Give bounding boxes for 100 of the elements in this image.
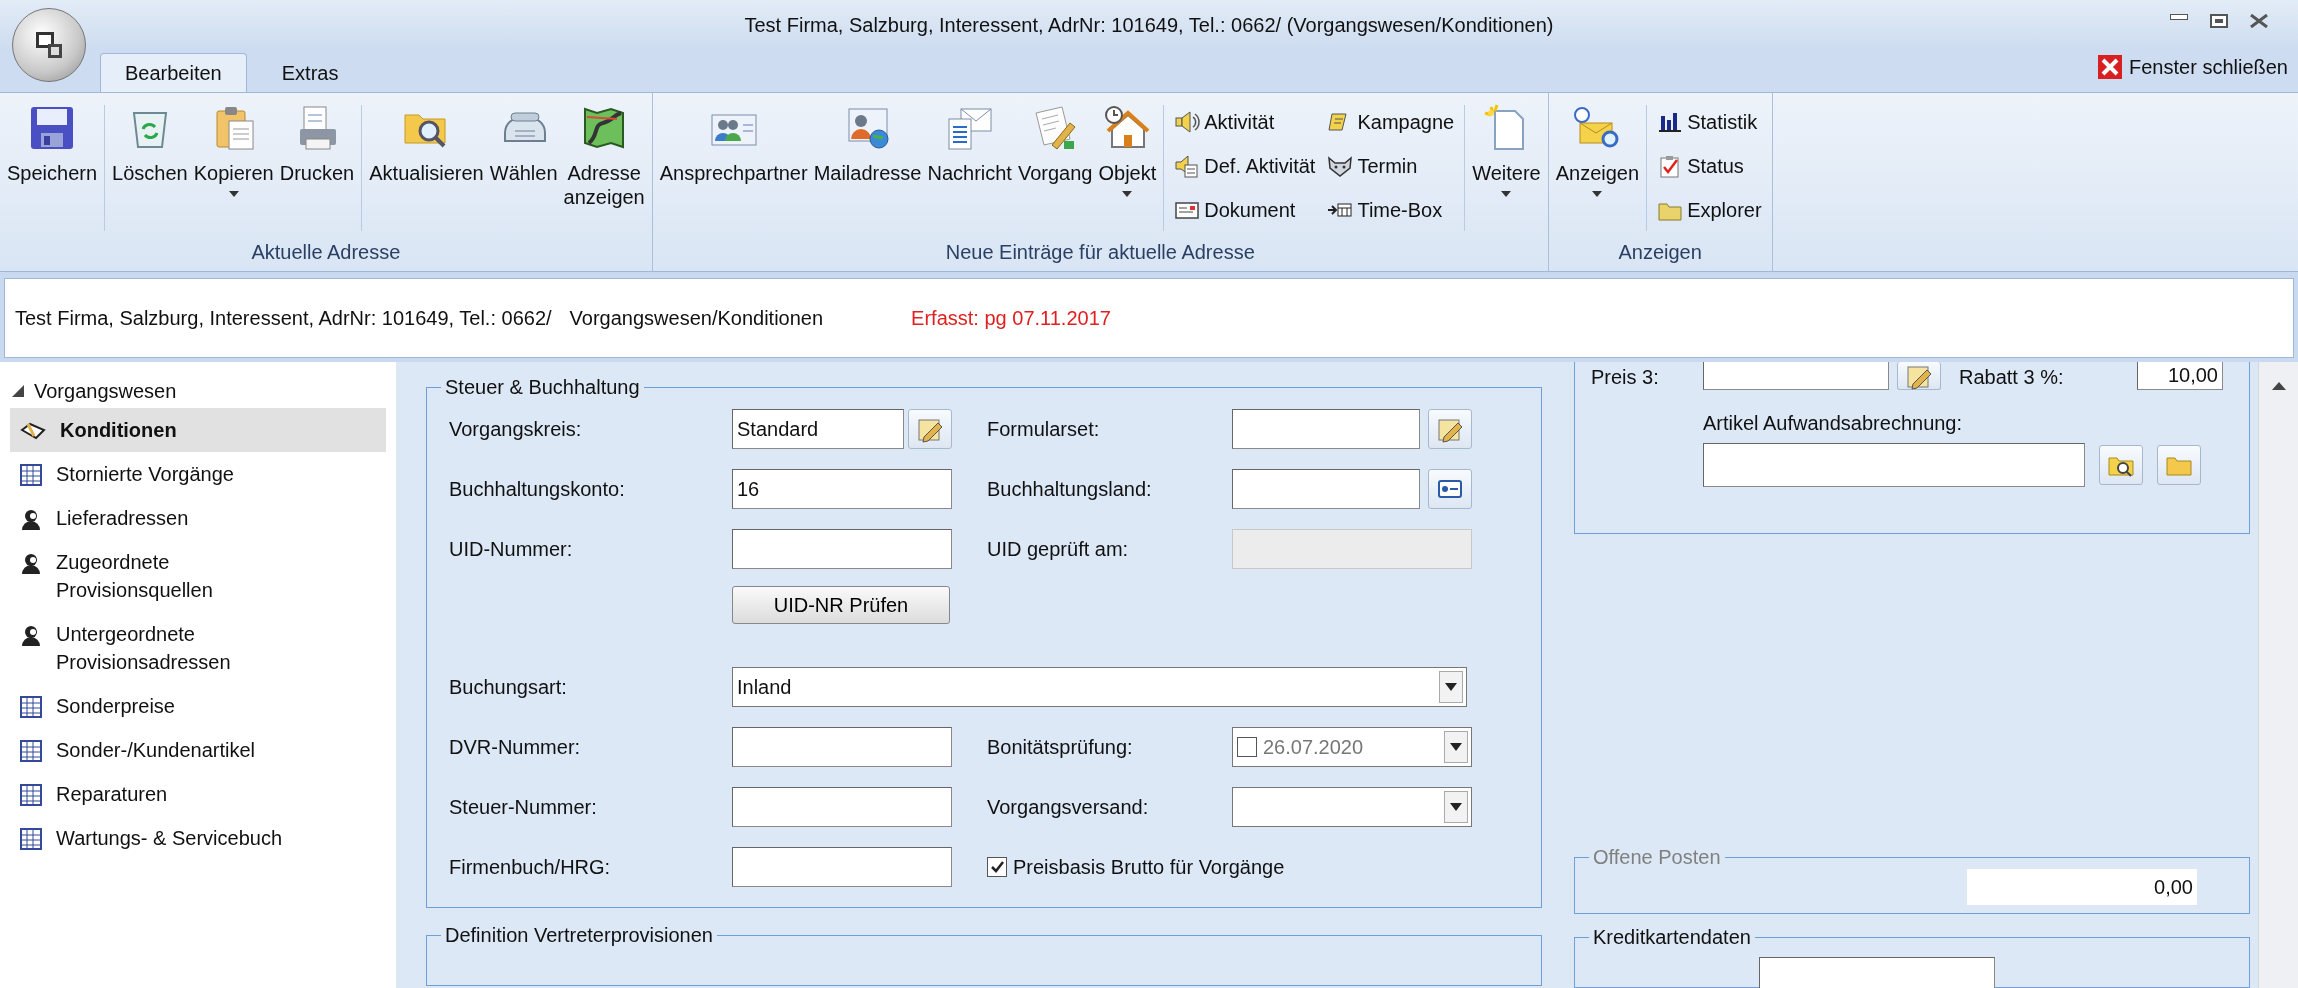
text-field[interactable]: 16 — [732, 469, 952, 509]
checkbox-label: Preisbasis Brutto für Vorgänge — [1013, 855, 1285, 879]
text-field[interactable] — [1703, 443, 2085, 487]
close-icon — [2250, 14, 2268, 28]
group-title: Definition Vertreterprovisionen — [444, 924, 714, 947]
table-icon — [20, 464, 42, 486]
ribbon-button[interactable]: Aktivität — [1174, 103, 1316, 141]
ribbon-button[interactable]: Nachricht — [924, 93, 1015, 241]
edit-button[interactable] — [908, 409, 952, 449]
group-label: Aktuelle Adresse — [250, 241, 402, 265]
ribbon-button[interactable]: Adresse anzeigen — [560, 93, 648, 241]
ribbon-button[interactable]: Wählen — [486, 93, 561, 241]
edit-button[interactable] — [1428, 409, 1472, 449]
bar-chart-icon — [1657, 110, 1684, 134]
check-icon — [990, 860, 1004, 874]
field-label: Buchungsart: — [449, 675, 568, 699]
ribbon-button[interactable]: Status — [1657, 147, 1762, 185]
speaker-document-icon — [1174, 154, 1201, 178]
person-icon — [20, 508, 42, 530]
tree-item[interactable]: Vorgangswesen — [34, 379, 177, 403]
dropdown-arrow-icon — [1450, 743, 1462, 751]
group-label: Neue Einträge für aktuelle Adresse — [944, 241, 1256, 265]
sidebar-item[interactable]: Untergeordnete Provisionsadressen — [10, 612, 386, 684]
group-title: Offene Posten — [1592, 846, 1722, 870]
sidebar-item[interactable]: Zugeordnete Provisionsquellen — [10, 540, 386, 612]
cat-face-icon — [1327, 154, 1354, 178]
person-icon — [20, 624, 42, 646]
field-label: Vorgangsversand: — [987, 795, 1150, 819]
sidebar-item[interactable]: Reparaturen — [10, 772, 386, 816]
scroll-up-icon — [2271, 382, 2286, 390]
field-label: UID geprüft am: — [987, 537, 1130, 561]
field-label: Buchhaltungsland: — [987, 477, 1153, 501]
id-card-icon — [1437, 478, 1463, 500]
person-icon — [20, 552, 42, 574]
field-label: Vorgangskreis: — [449, 417, 583, 441]
group-title: Steuer & Buchhaltung — [444, 376, 641, 399]
ribbon-button[interactable]: Anzeigen — [1552, 93, 1643, 241]
ribbon-button[interactable]: Kopieren — [190, 93, 277, 241]
created-text: Erfasst: pg 07.11.2017 — [911, 306, 1111, 330]
field-label: Buchhaltungskonto: — [449, 477, 626, 501]
field-label: Bonitätsprüfung: — [987, 735, 1134, 759]
dropdown-field[interactable]: 26.07.2020 — [1232, 727, 1472, 767]
text-field[interactable] — [1232, 469, 1420, 509]
ribbon-button[interactable]: Objekt — [1095, 93, 1160, 241]
sidebar-item[interactable]: Stornierte Vorgänge — [10, 452, 386, 496]
ribbon-button[interactable]: Aktualisieren — [366, 93, 487, 241]
field-label: DVR-Nummer: — [449, 735, 582, 759]
sidebar-item[interactable]: Lieferadressen — [10, 496, 386, 540]
sidebar-item[interactable]: Konditionen — [10, 408, 386, 452]
dropdown-field[interactable] — [1232, 787, 1472, 827]
text-field[interactable] — [1232, 409, 1420, 449]
edit-button[interactable] — [1897, 362, 1941, 390]
speaker-icon — [1174, 110, 1201, 134]
text-field[interactable] — [732, 727, 952, 767]
table-icon — [20, 828, 42, 850]
text-field[interactable] — [732, 847, 952, 887]
ribbon-button[interactable]: Explorer — [1657, 191, 1762, 229]
dropdown-field[interactable]: Inland — [732, 667, 1467, 707]
group-label: Anzeigen — [1617, 241, 1703, 265]
ribbon-button[interactable]: Weitere — [1469, 93, 1544, 241]
check-button[interactable]: UID-NR Prüfen — [732, 586, 950, 624]
address-text: Test Firma, Salzburg, Interessent, AdrNr: 101649, Tel.: 0662/ — [15, 306, 552, 330]
text-field[interactable]: Standard — [732, 409, 904, 449]
table-icon — [20, 696, 42, 718]
group-title: Kreditkartendaten — [1592, 926, 1752, 949]
text-field[interactable] — [732, 529, 952, 569]
checkbox[interactable] — [987, 857, 1007, 877]
close-window-button[interactable]: Fenster schließen — [2097, 54, 2288, 80]
ribbon-button[interactable]: Statistik — [1657, 103, 1762, 141]
ribbon-button[interactable]: Ansprechpartner — [656, 93, 811, 241]
field-label: Formularset: — [987, 417, 1101, 441]
ribbon-button[interactable]: Time-Box — [1327, 191, 1455, 229]
sidebar-item[interactable]: Sonder-/Kundenartikel — [10, 728, 386, 772]
text-field[interactable]: 10,00 — [2137, 362, 2223, 390]
text-field[interactable] — [732, 787, 952, 827]
scrollbar[interactable] — [2258, 362, 2298, 988]
ribbon-button[interactable]: Def. Aktivität — [1174, 147, 1316, 185]
text-field[interactable] — [1759, 957, 1995, 988]
ribbon-button[interactable]: Mailadresse — [810, 93, 925, 241]
search-button[interactable] — [2099, 445, 2143, 485]
ribbon-button[interactable]: Vorgang — [1014, 93, 1096, 241]
checkbox[interactable] — [1237, 737, 1257, 757]
ribbon-tab[interactable]: Extras — [256, 53, 364, 92]
ribbon-tab[interactable]: Bearbeiten — [100, 53, 247, 92]
field-label: Steuer-Nummer: — [449, 795, 598, 819]
field-label: Artikel Aufwandsabrechnung: — [1703, 412, 1964, 435]
ribbon-button[interactable]: Termin — [1327, 147, 1455, 185]
field-label: Rabatt 3 %: — [1959, 365, 2065, 390]
ribbon-button[interactable]: Kampagne — [1327, 103, 1455, 141]
text-field[interactable] — [1703, 362, 1889, 390]
dropdown-arrow-icon — [1450, 803, 1462, 811]
ribbon-button[interactable]: Dokument — [1174, 191, 1316, 229]
sidebar-item[interactable]: Wartungs- & Servicebuch — [10, 816, 386, 860]
ribbon-button[interactable]: Löschen — [109, 93, 191, 241]
sidebar-item[interactable]: Sonderpreise — [10, 684, 386, 728]
ribbon-button[interactable]: Drucken — [276, 93, 358, 241]
field-label: Firmenbuch/HRG: — [449, 855, 612, 879]
window-title: Test Firma, Salzburg, Interessent, AdrNr: 101649, Tel.: 0662/ (Vorgangswesen/Konditionen) — [744, 13, 1554, 37]
card-button[interactable] — [1428, 469, 1472, 509]
ribbon-button[interactable]: Speichern — [4, 93, 101, 241]
